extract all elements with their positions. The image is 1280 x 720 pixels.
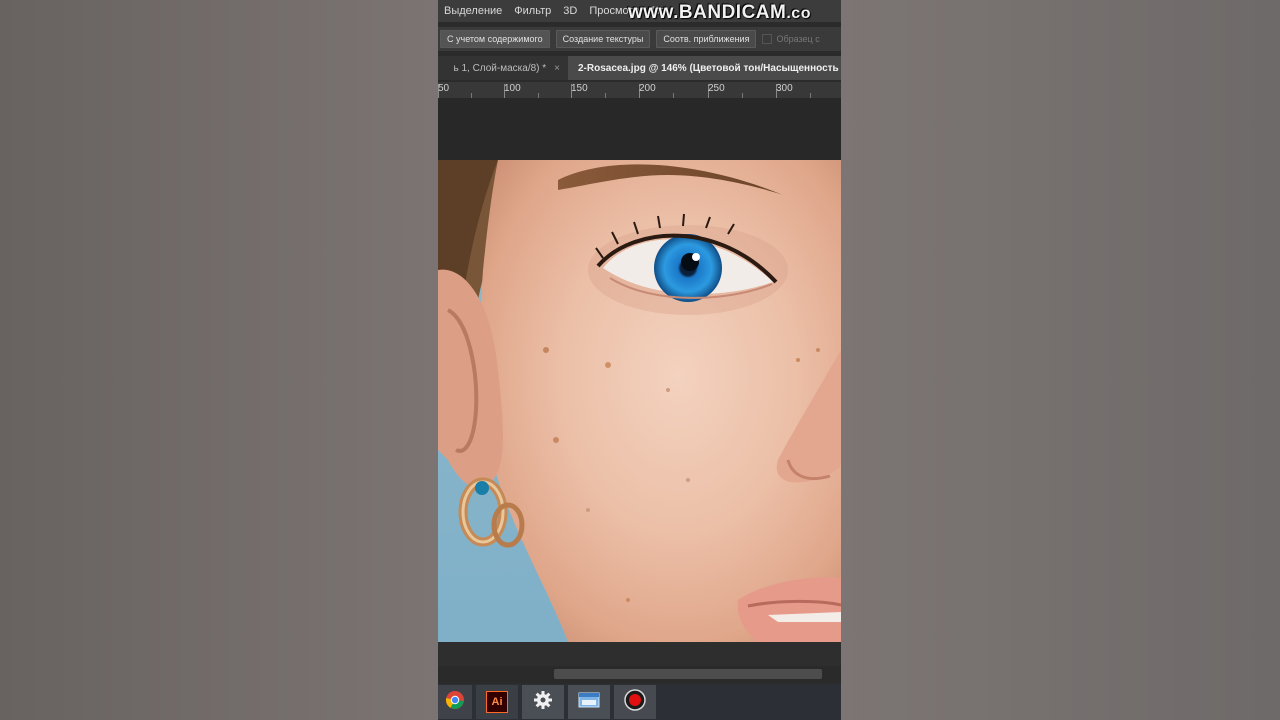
proximity-match-button[interactable]: Соотв. приближения [656,30,757,48]
ruler-label-250: 250 [708,83,725,94]
sample-checkbox[interactable] [762,34,773,44]
watermark-suffix: .co [786,5,811,22]
windows-taskbar: Ai [438,684,841,720]
menu-select[interactable]: Выделение [438,5,508,17]
canvas-pasteboard [438,98,841,160]
ruler-label-50: 50 [438,83,450,94]
right-blurred-background [841,0,1280,720]
sample-all-layers-option[interactable]: Образец с [762,34,820,44]
taskbar-bandicam-button[interactable] [614,685,656,719]
tab-document-1[interactable]: ь 1, Слой-маска/8) * × [438,56,568,80]
taskbar-explorer-button[interactable] [568,685,610,719]
menu-3d[interactable]: 3D [557,5,583,17]
tab-rosacea-label: 2-Rosacea.jpg @ 146% (Цветовой тон/Насыщ… [578,62,839,74]
record-icon [624,689,646,715]
photoshop-window: Выделение Фильтр 3D Просмотр По www.BAND… [438,0,841,720]
sample-checkbox-label: Образец с [776,34,820,44]
folder-window-icon [578,691,600,713]
face-closeup-image [438,160,841,642]
ruler-label-300: 300 [776,83,793,94]
create-texture-button[interactable]: Создание текстуры [555,30,651,48]
taskbar-settings-button[interactable] [522,685,564,719]
ruler-label-150: 150 [571,83,588,94]
tab-document-1-label: ь 1, Слой-маска/8) * [453,62,547,74]
chrome-icon [445,690,465,714]
taskbar-illustrator-button[interactable]: Ai [476,685,518,719]
left-blurred-background [0,0,438,720]
scrollbar-thumb[interactable] [554,669,822,679]
content-aware-button[interactable]: С учетом содержимого [440,30,550,48]
document-tab-bar: ь 1, Слой-маска/8) * × 2-Rosacea.jpg @ 1… [438,56,841,80]
canvas-bottom-pasteboard [438,642,841,666]
menu-filter[interactable]: Фильтр [508,5,557,17]
watermark-main: www.BANDICAM [628,2,787,23]
horizontal-ruler: 50 100 150 200 250 300 [438,82,841,99]
horizontal-scrollbar[interactable] [438,666,841,682]
taskbar-chrome-button[interactable] [438,685,472,719]
ruler-label-100: 100 [504,83,521,94]
ruler-label-200: 200 [639,83,656,94]
document-canvas-photo[interactable] [438,160,841,642]
gear-icon [533,690,553,714]
options-bar: С учетом содержимого Создание текстуры С… [438,27,841,52]
tab-rosacea-document[interactable]: 2-Rosacea.jpg @ 146% (Цветовой тон/Насыщ… [568,56,841,80]
bandicam-watermark: www.BANDICAM.co [628,2,811,24]
close-icon[interactable]: × [554,63,560,74]
illustrator-icon: Ai [486,691,508,713]
